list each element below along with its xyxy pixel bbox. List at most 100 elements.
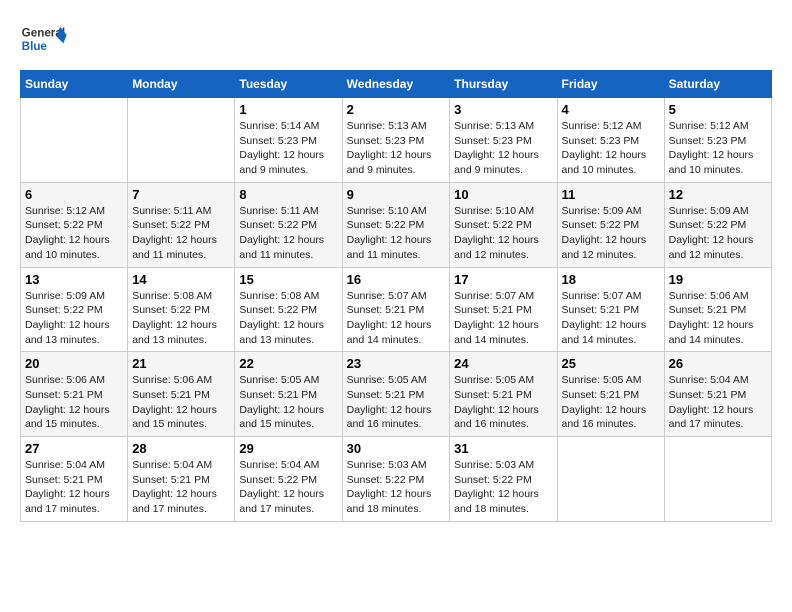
day-number: 3 — [454, 102, 552, 117]
cell-content: Sunrise: 5:07 AM Sunset: 5:21 PM Dayligh… — [562, 289, 660, 348]
calendar-cell: 24 Sunrise: 5:05 AM Sunset: 5:21 PM Dayli… — [450, 352, 557, 437]
cell-content: Sunrise: 5:04 AM Sunset: 5:21 PM Dayligh… — [25, 458, 123, 517]
day-number: 7 — [132, 187, 230, 202]
day-number: 12 — [669, 187, 767, 202]
cell-content: Sunrise: 5:11 AM Sunset: 5:22 PM Dayligh… — [239, 204, 337, 263]
cell-content: Sunrise: 5:04 AM Sunset: 5:21 PM Dayligh… — [669, 373, 767, 432]
header-row: SundayMondayTuesdayWednesdayThursdayFrid… — [21, 71, 772, 98]
day-number: 15 — [239, 272, 337, 287]
calendar-cell: 8 Sunrise: 5:11 AM Sunset: 5:22 PM Daylig… — [235, 182, 342, 267]
day-number: 4 — [562, 102, 660, 117]
calendar-cell: 16 Sunrise: 5:07 AM Sunset: 5:21 PM Dayli… — [342, 267, 450, 352]
calendar-cell: 10 Sunrise: 5:10 AM Sunset: 5:22 PM Dayli… — [450, 182, 557, 267]
cell-content: Sunrise: 5:05 AM Sunset: 5:21 PM Dayligh… — [454, 373, 552, 432]
week-row-4: 20 Sunrise: 5:06 AM Sunset: 5:21 PM Dayli… — [21, 352, 772, 437]
week-row-1: 1Sunrise: 5:14 AM Sunset: 5:23 PM Daylig… — [21, 98, 772, 183]
cell-content: Sunrise: 5:04 AM Sunset: 5:22 PM Dayligh… — [239, 458, 337, 517]
calendar-cell: 13 Sunrise: 5:09 AM Sunset: 5:22 PM Dayli… — [21, 267, 128, 352]
day-header-tuesday: Tuesday — [235, 71, 342, 98]
calendar-cell: 21 Sunrise: 5:06 AM Sunset: 5:21 PM Dayli… — [128, 352, 235, 437]
cell-content: Sunrise: 5:12 AM Sunset: 5:23 PM Dayligh… — [669, 119, 767, 178]
calendar-cell: 25Sunrise: 5:05 AM Sunset: 5:21 PM Dayli… — [557, 352, 664, 437]
calendar-cell — [557, 437, 664, 522]
day-number: 19 — [669, 272, 767, 287]
day-header-thursday: Thursday — [450, 71, 557, 98]
calendar-cell — [128, 98, 235, 183]
cell-content: Sunrise: 5:03 AM Sunset: 5:22 PM Dayligh… — [454, 458, 552, 517]
calendar-cell: 9 Sunrise: 5:10 AM Sunset: 5:22 PM Daylig… — [342, 182, 450, 267]
week-row-3: 13 Sunrise: 5:09 AM Sunset: 5:22 PM Dayli… — [21, 267, 772, 352]
day-number: 13 — [25, 272, 123, 287]
day-number: 18 — [562, 272, 660, 287]
calendar-cell: 26 Sunrise: 5:04 AM Sunset: 5:21 PM Dayli… — [664, 352, 771, 437]
day-number: 25 — [562, 356, 660, 371]
calendar-cell: 23Sunrise: 5:05 AM Sunset: 5:21 PM Dayli… — [342, 352, 450, 437]
day-header-sunday: Sunday — [21, 71, 128, 98]
calendar-cell: 19 Sunrise: 5:06 AM Sunset: 5:21 PM Dayli… — [664, 267, 771, 352]
calendar-cell: 6 Sunrise: 5:12 AM Sunset: 5:22 PM Daylig… — [21, 182, 128, 267]
calendar-cell: 20 Sunrise: 5:06 AM Sunset: 5:21 PM Dayli… — [21, 352, 128, 437]
cell-content: Sunrise: 5:10 AM Sunset: 5:22 PM Dayligh… — [347, 204, 446, 263]
day-number: 10 — [454, 187, 552, 202]
cell-content: Sunrise: 5:11 AM Sunset: 5:22 PM Dayligh… — [132, 204, 230, 263]
calendar-cell: 17 Sunrise: 5:07 AM Sunset: 5:21 PM Dayli… — [450, 267, 557, 352]
day-number: 24 — [454, 356, 552, 371]
cell-content: Sunrise: 5:06 AM Sunset: 5:21 PM Dayligh… — [25, 373, 123, 432]
week-row-2: 6 Sunrise: 5:12 AM Sunset: 5:22 PM Daylig… — [21, 182, 772, 267]
day-header-wednesday: Wednesday — [342, 71, 450, 98]
calendar-cell — [21, 98, 128, 183]
cell-content: Sunrise: 5:07 AM Sunset: 5:21 PM Dayligh… — [347, 289, 446, 348]
cell-content: Sunrise: 5:09 AM Sunset: 5:22 PM Dayligh… — [25, 289, 123, 348]
cell-content: Sunrise: 5:13 AM Sunset: 5:23 PM Dayligh… — [454, 119, 552, 178]
cell-content: Sunrise: 5:05 AM Sunset: 5:21 PM Dayligh… — [239, 373, 337, 432]
calendar-cell: 28 Sunrise: 5:04 AM Sunset: 5:21 PM Dayli… — [128, 437, 235, 522]
cell-content: Sunrise: 5:08 AM Sunset: 5:22 PM Dayligh… — [239, 289, 337, 348]
logo-icon: General Blue — [20, 20, 70, 60]
calendar-cell: 27 Sunrise: 5:04 AM Sunset: 5:21 PM Dayli… — [21, 437, 128, 522]
day-header-friday: Friday — [557, 71, 664, 98]
day-number: 28 — [132, 441, 230, 456]
day-number: 11 — [562, 187, 660, 202]
day-number: 6 — [25, 187, 123, 202]
cell-content: Sunrise: 5:12 AM Sunset: 5:22 PM Dayligh… — [25, 204, 123, 263]
cell-content: Sunrise: 5:06 AM Sunset: 5:21 PM Dayligh… — [669, 289, 767, 348]
calendar-cell: 4 Sunrise: 5:12 AM Sunset: 5:23 PM Daylig… — [557, 98, 664, 183]
calendar-cell: 5Sunrise: 5:12 AM Sunset: 5:23 PM Daylig… — [664, 98, 771, 183]
day-number: 14 — [132, 272, 230, 287]
day-number: 16 — [347, 272, 446, 287]
day-number: 20 — [25, 356, 123, 371]
calendar-cell — [664, 437, 771, 522]
calendar-cell: 1Sunrise: 5:14 AM Sunset: 5:23 PM Daylig… — [235, 98, 342, 183]
calendar-cell: 11Sunrise: 5:09 AM Sunset: 5:22 PM Dayli… — [557, 182, 664, 267]
week-row-5: 27 Sunrise: 5:04 AM Sunset: 5:21 PM Dayli… — [21, 437, 772, 522]
calendar-cell: 15 Sunrise: 5:08 AM Sunset: 5:22 PM Dayli… — [235, 267, 342, 352]
day-number: 29 — [239, 441, 337, 456]
cell-content: Sunrise: 5:04 AM Sunset: 5:21 PM Dayligh… — [132, 458, 230, 517]
calendar-body: 1Sunrise: 5:14 AM Sunset: 5:23 PM Daylig… — [21, 98, 772, 522]
day-number: 17 — [454, 272, 552, 287]
cell-content: Sunrise: 5:05 AM Sunset: 5:21 PM Dayligh… — [347, 373, 446, 432]
cell-content: Sunrise: 5:12 AM Sunset: 5:23 PM Dayligh… — [562, 119, 660, 178]
day-number: 21 — [132, 356, 230, 371]
cell-content: Sunrise: 5:14 AM Sunset: 5:23 PM Dayligh… — [239, 119, 337, 178]
day-number: 9 — [347, 187, 446, 202]
cell-content: Sunrise: 5:07 AM Sunset: 5:21 PM Dayligh… — [454, 289, 552, 348]
calendar-cell: 3 Sunrise: 5:13 AM Sunset: 5:23 PM Daylig… — [450, 98, 557, 183]
page-header: General Blue — [20, 20, 772, 60]
day-number: 26 — [669, 356, 767, 371]
calendar-cell: 29 Sunrise: 5:04 AM Sunset: 5:22 PM Dayli… — [235, 437, 342, 522]
calendar-cell: 30Sunrise: 5:03 AM Sunset: 5:22 PM Dayli… — [342, 437, 450, 522]
cell-content: Sunrise: 5:09 AM Sunset: 5:22 PM Dayligh… — [669, 204, 767, 263]
calendar-cell: 31 Sunrise: 5:03 AM Sunset: 5:22 PM Dayli… — [450, 437, 557, 522]
day-number: 8 — [239, 187, 337, 202]
calendar-header: SundayMondayTuesdayWednesdayThursdayFrid… — [21, 71, 772, 98]
calendar-cell: 14 Sunrise: 5:08 AM Sunset: 5:22 PM Dayli… — [128, 267, 235, 352]
day-number: 27 — [25, 441, 123, 456]
calendar-cell: 7 Sunrise: 5:11 AM Sunset: 5:22 PM Daylig… — [128, 182, 235, 267]
day-number: 31 — [454, 441, 552, 456]
cell-content: Sunrise: 5:06 AM Sunset: 5:21 PM Dayligh… — [132, 373, 230, 432]
cell-content: Sunrise: 5:03 AM Sunset: 5:22 PM Dayligh… — [347, 458, 446, 517]
cell-content: Sunrise: 5:08 AM Sunset: 5:22 PM Dayligh… — [132, 289, 230, 348]
calendar-cell: 2Sunrise: 5:13 AM Sunset: 5:23 PM Daylig… — [342, 98, 450, 183]
cell-content: Sunrise: 5:10 AM Sunset: 5:22 PM Dayligh… — [454, 204, 552, 263]
